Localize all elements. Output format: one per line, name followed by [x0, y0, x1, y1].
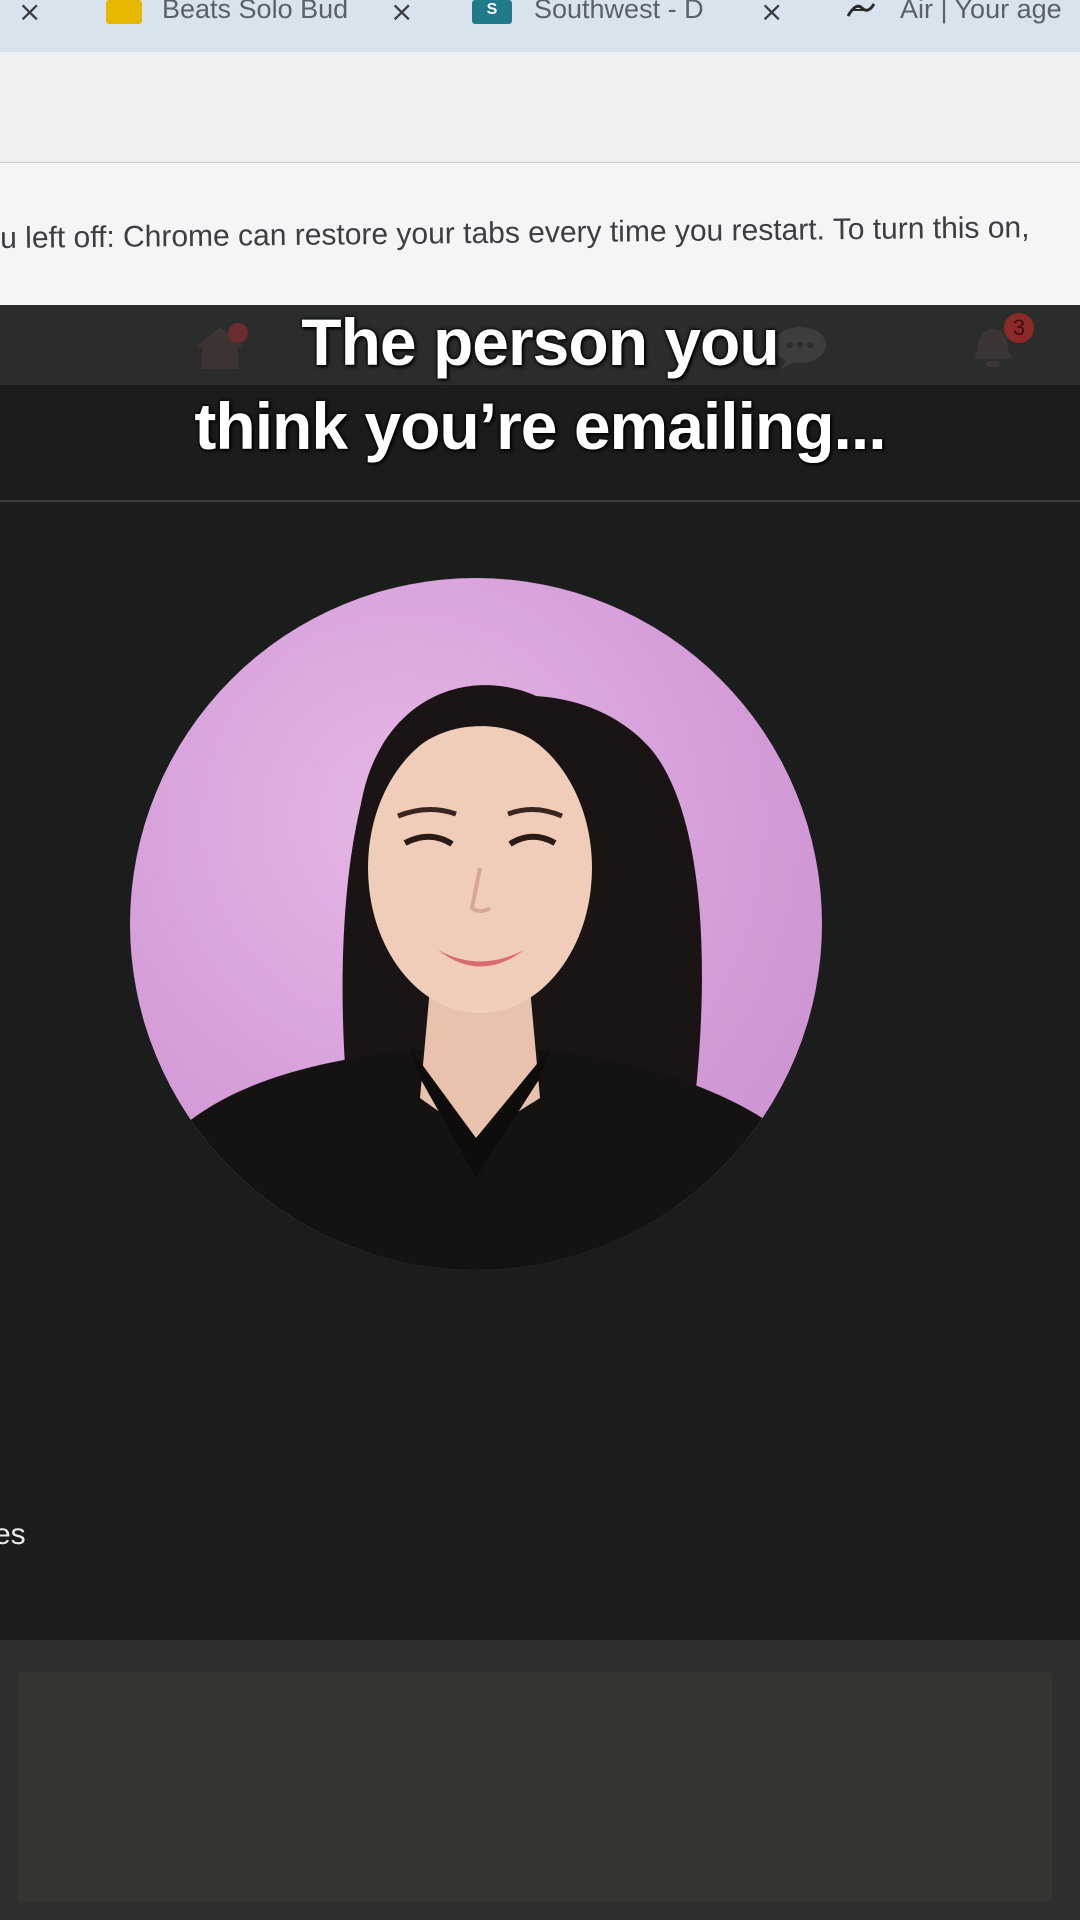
tab-title: Air | Your age	[900, 0, 1062, 24]
tab-southwest[interactable]: S Southwest - D ×	[470, 0, 790, 52]
caption-line-2: think you’re emailing...	[194, 389, 886, 463]
portrait-illustration	[137, 685, 822, 1270]
side-label: es	[0, 1518, 26, 1551]
tab-close-icon[interactable]: ×	[18, 0, 41, 26]
caption-line-1: The person you	[301, 305, 779, 379]
sharepoint-icon: S	[472, 0, 512, 24]
tab-title: Southwest - D	[534, 0, 704, 24]
bottom-panel-inner	[18, 1672, 1052, 1902]
profile-photo	[130, 578, 822, 1270]
tab-title: Beats Solo Bud	[162, 0, 349, 24]
air-script-icon	[846, 3, 876, 17]
tab-beats-solo-bud[interactable]: Beats Solo Bud ×	[100, 0, 413, 52]
tab-air[interactable]: Air | Your age	[840, 0, 1080, 52]
browser-toolbar	[0, 52, 1080, 163]
yellow-square-icon	[106, 0, 142, 24]
video-caption: The person you think you’re emailing...	[0, 300, 1080, 468]
browser-tab-strip: × Beats Solo Bud × S Southwest - D × Air…	[0, 0, 1080, 52]
section-divider	[0, 500, 1080, 502]
tab-close-icon[interactable]: ×	[390, 0, 413, 26]
tab-close-icon[interactable]: ×	[760, 0, 783, 26]
